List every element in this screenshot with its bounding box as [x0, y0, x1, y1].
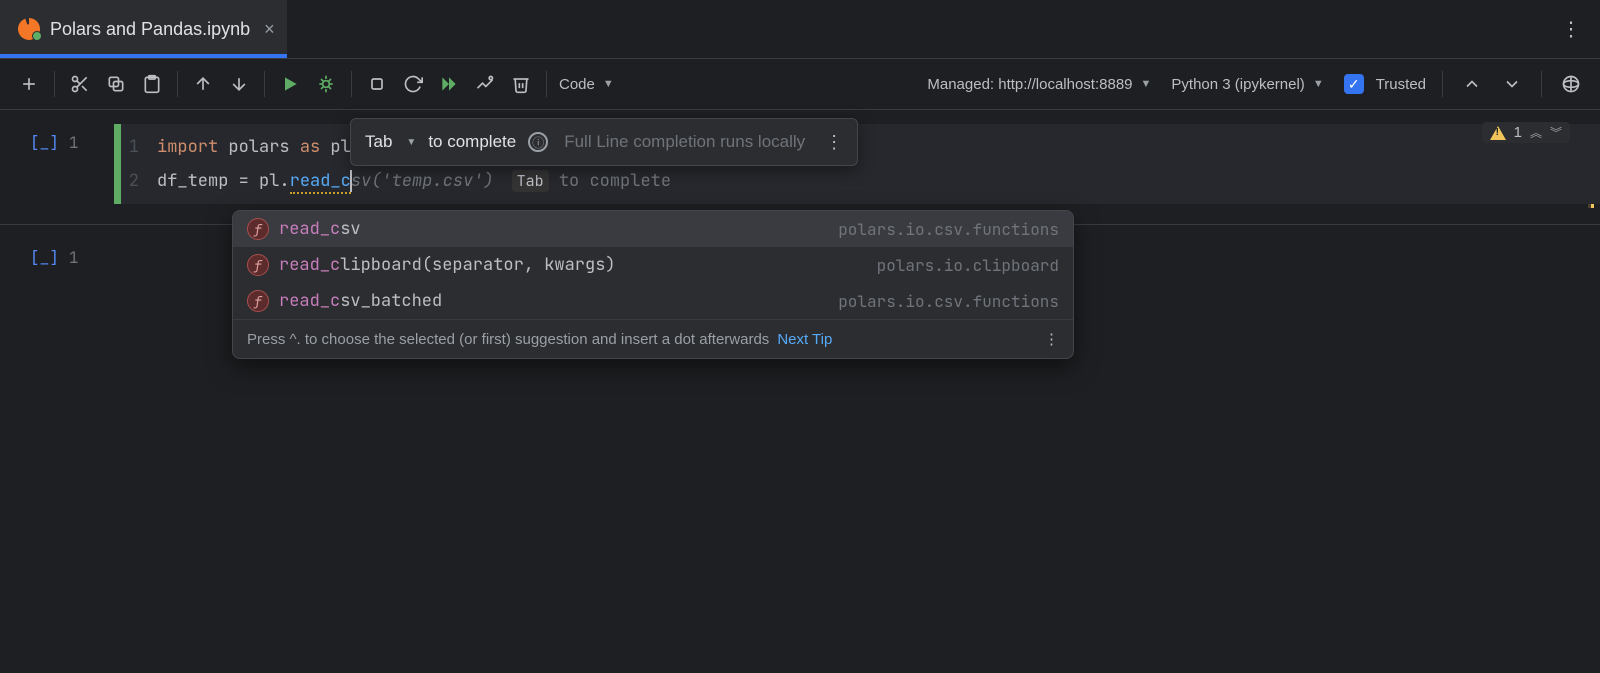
- inspection-badge[interactable]: 1 ︽ ︾: [1482, 122, 1570, 143]
- token: polars: [228, 136, 299, 158]
- autocomplete-popup: fread_csvpolars.io.csv.functionsfread_cl…: [232, 210, 1074, 359]
- paste-button[interactable]: [135, 67, 169, 101]
- code-line[interactable]: 2df_temp = pl.read_csv('temp.csv') Tab t…: [121, 164, 1600, 198]
- expand-up-button[interactable]: [1455, 67, 1489, 101]
- token: =: [239, 170, 259, 192]
- notebook-toolbar: Code ▼ Managed: http://localhost:8889 ▼ …: [0, 58, 1600, 110]
- run-cell-button[interactable]: [273, 67, 307, 101]
- warning-icon: [1490, 126, 1506, 140]
- autocomplete-item[interactable]: f read_csv_batched polars.io.csv.functions: [233, 283, 1073, 319]
- tab-options-icon[interactable]: ⋮: [1561, 17, 1582, 42]
- line-number: 1: [121, 136, 157, 158]
- token: import: [157, 136, 228, 158]
- separator: [264, 71, 265, 97]
- match-text: read_c: [279, 218, 340, 240]
- completion-banner: Tab ▼ to complete ⓘ Full Line completion…: [350, 118, 858, 166]
- cell-type-selector[interactable]: Code ▼: [555, 76, 614, 93]
- tab-key-label: Tab: [365, 132, 392, 152]
- run-all-button[interactable]: [432, 67, 466, 101]
- chevron-down-icon: ▼: [1313, 78, 1324, 90]
- token: read_c: [290, 170, 351, 194]
- separator: [1442, 71, 1443, 97]
- separator: [54, 71, 55, 97]
- function-badge-icon: f: [247, 218, 269, 240]
- function-badge-icon: f: [247, 254, 269, 276]
- chevron-down-icon: ▼: [1141, 78, 1152, 90]
- jupyter-icon: [18, 18, 40, 40]
- banner-action: to complete: [428, 132, 516, 152]
- chevron-down-icon: ▼: [603, 78, 614, 90]
- token: pl.: [259, 170, 290, 192]
- kebab-icon[interactable]: ⋮: [825, 132, 843, 153]
- banner-info: Full Line completion runs locally: [564, 132, 805, 152]
- prev-warning-icon[interactable]: ︽: [1530, 124, 1542, 141]
- match-text: read_c: [279, 290, 340, 312]
- move-up-button[interactable]: [186, 67, 220, 101]
- trusted-toggle[interactable]: ✓ Trusted: [1344, 74, 1430, 94]
- cell-exec-prompt: [_] 1: [30, 132, 78, 153]
- separator: [1541, 71, 1542, 97]
- file-tab[interactable]: Polars and Pandas.ipynb ×: [0, 0, 287, 58]
- token: as: [300, 136, 331, 158]
- chevron-down-icon[interactable]: ▼: [406, 137, 416, 148]
- separator: [546, 71, 547, 97]
- next-tip-link[interactable]: Next Tip: [777, 331, 832, 348]
- restart-button[interactable]: [396, 67, 430, 101]
- module-text: polars.io.csv.functions: [838, 291, 1059, 312]
- completion-text: sv_batched: [340, 290, 442, 312]
- cell-exec-prompt: [_] 1: [30, 247, 78, 268]
- completion-text: lipboard: [340, 254, 422, 276]
- kebab-icon[interactable]: ⋮: [1044, 330, 1059, 348]
- cell-gutter: [114, 239, 121, 285]
- inline-hint: Tab to complete: [512, 170, 671, 192]
- cut-button[interactable]: [63, 67, 97, 101]
- server-label: Managed: http://localhost:8889: [923, 76, 1136, 93]
- cell-gutter: [114, 124, 121, 204]
- clear-outputs-button[interactable]: [468, 67, 502, 101]
- completion-text: sv: [340, 218, 360, 240]
- check-icon: ✓: [1344, 74, 1364, 94]
- debug-button[interactable]: [309, 67, 343, 101]
- code-line[interactable]: 1import polars as pl: [121, 130, 1600, 164]
- line-number: 2: [121, 170, 157, 192]
- warning-count: 1: [1514, 124, 1522, 141]
- info-icon: ⓘ: [528, 132, 548, 152]
- footer-tip: Press ^. to choose the selected (or firs…: [247, 331, 769, 348]
- separator: [177, 71, 178, 97]
- code-content[interactable]: import polars as pl: [157, 136, 351, 158]
- editor-tab-bar: Polars and Pandas.ipynb × ⋮: [0, 0, 1600, 58]
- autocomplete-item[interactable]: f read_csv polars.io.csv.functions: [233, 211, 1073, 247]
- interrupt-button[interactable]: [360, 67, 394, 101]
- token: pl: [330, 136, 350, 158]
- code-content[interactable]: df_temp = pl.read_csv('temp.csv'): [157, 170, 494, 192]
- next-warning-icon[interactable]: ︾: [1550, 124, 1562, 141]
- function-badge-icon: f: [247, 290, 269, 312]
- kernel-label: Python 3 (ipykernel): [1167, 76, 1308, 93]
- cell-type-label: Code: [555, 76, 599, 93]
- server-selector[interactable]: Managed: http://localhost:8889 ▼: [923, 76, 1151, 93]
- cell-body[interactable]: 1import polars as pl2df_temp = pl.read_c…: [121, 124, 1600, 204]
- trusted-label: Trusted: [1372, 76, 1430, 93]
- separator: [351, 71, 352, 97]
- close-icon[interactable]: ×: [264, 19, 275, 40]
- move-down-button[interactable]: [222, 67, 256, 101]
- token: sv('temp.csv'): [351, 170, 494, 192]
- tab-title: Polars and Pandas.ipynb: [50, 19, 250, 40]
- autocomplete-item[interactable]: f read_clipboard(separator, kwargs) polars…: [233, 247, 1073, 283]
- copy-button[interactable]: [99, 67, 133, 101]
- module-text: polars.io.csv.functions: [838, 219, 1059, 240]
- token: df_temp: [157, 170, 239, 192]
- match-text: read_c: [279, 254, 340, 276]
- delete-cell-button[interactable]: [504, 67, 538, 101]
- module-text: polars.io.clipboard: [877, 255, 1059, 276]
- kernel-selector[interactable]: Python 3 (ipykernel) ▼: [1167, 76, 1323, 93]
- autocomplete-footer: Press ^. to choose the selected (or firs…: [233, 319, 1073, 358]
- variables-button[interactable]: [1554, 67, 1588, 101]
- expand-down-button[interactable]: [1495, 67, 1529, 101]
- add-cell-button[interactable]: [12, 67, 46, 101]
- params-text: (separator, kwargs): [422, 254, 616, 276]
